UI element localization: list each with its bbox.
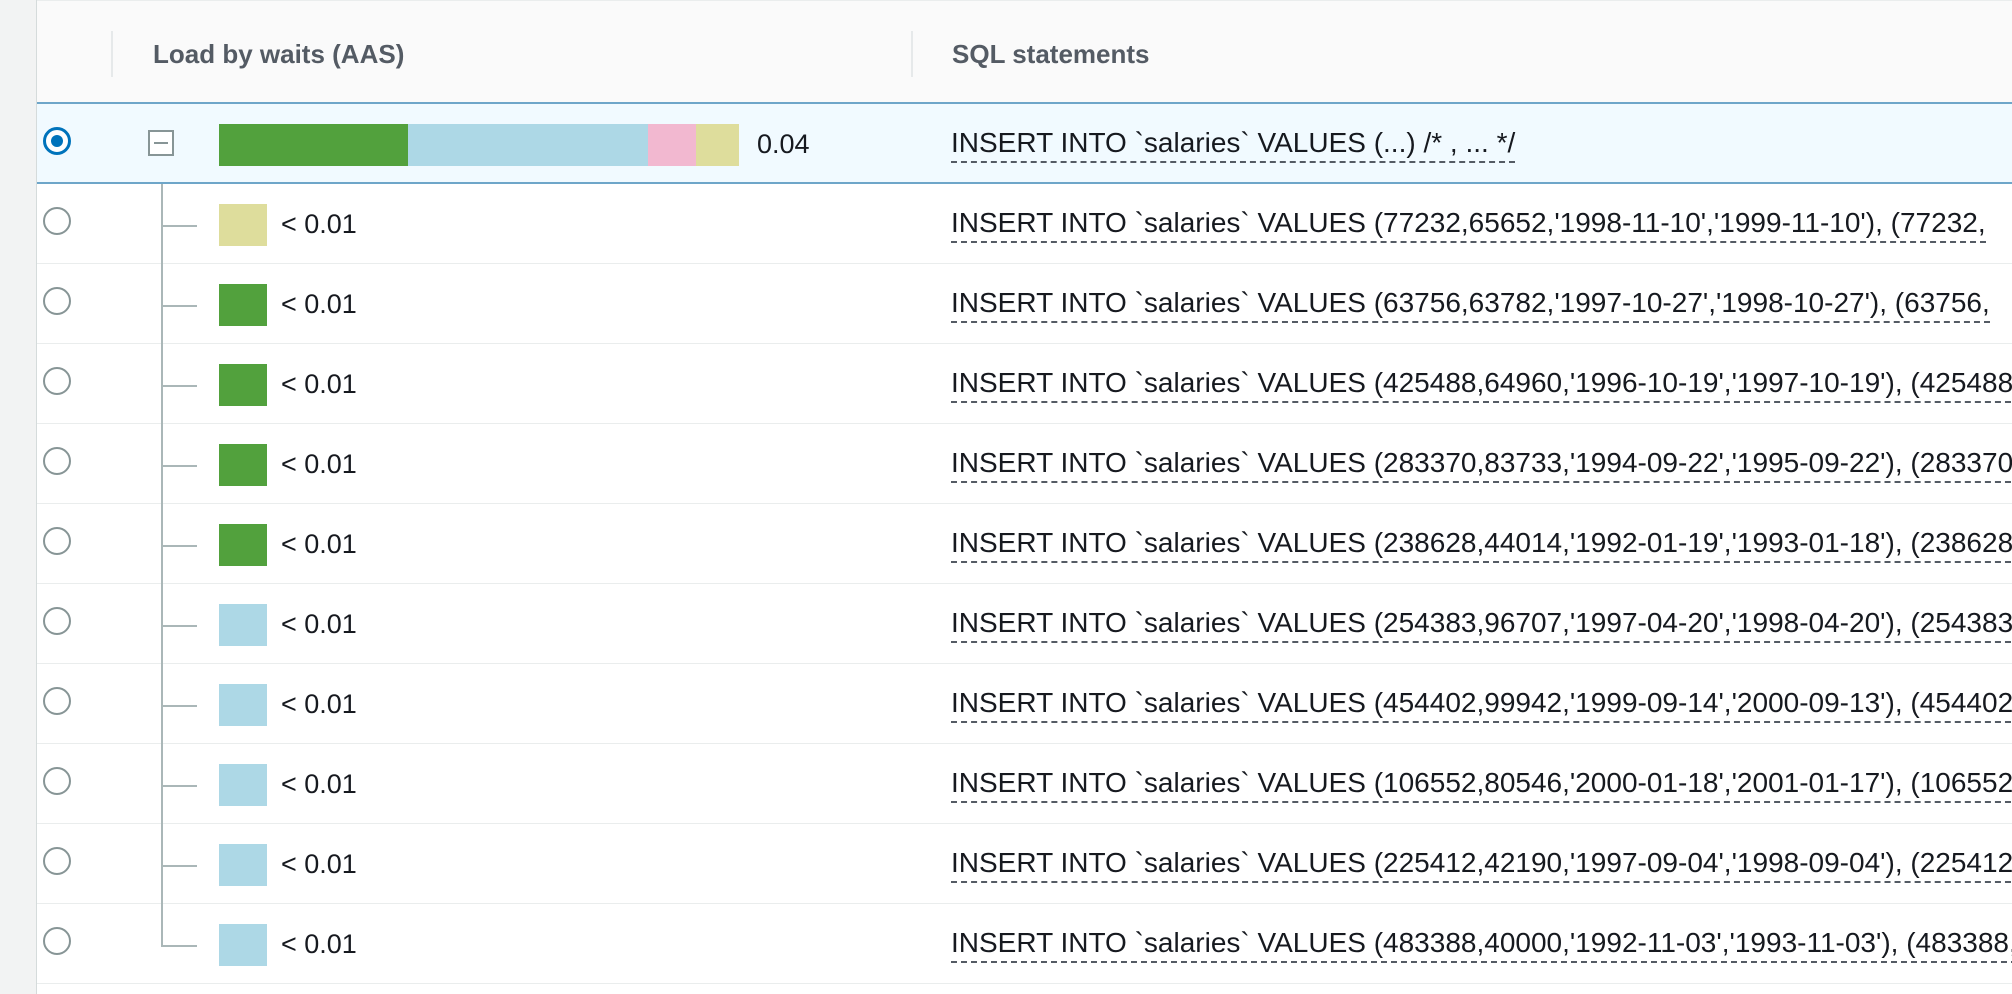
column-separator[interactable] (111, 31, 113, 77)
collapse-icon[interactable] (148, 130, 174, 156)
tree-branch (161, 385, 197, 387)
row-radio[interactable] (43, 287, 71, 315)
load-bar-segment (408, 124, 648, 166)
load-swatch (219, 204, 267, 246)
table-row-parent[interactable]: 0.04 INSERT INTO `salaries` VALUES (...)… (37, 104, 2012, 184)
table-row[interactable]: < 0.01 INSERT INTO `salaries` VALUES (425… (37, 344, 2012, 424)
load-swatch (219, 524, 267, 566)
tree-branch (161, 225, 197, 227)
sql-statement-link[interactable]: INSERT INTO `salaries` VALUES (225412,42… (951, 846, 2012, 883)
table-row[interactable]: < 0.01 INSERT INTO `salaries` VALUES (254… (37, 584, 2012, 664)
load-value: < 0.01 (281, 689, 357, 719)
tree-branch (161, 465, 197, 467)
load-value: < 0.01 (281, 609, 357, 639)
load-swatch (219, 444, 267, 486)
tree-branch (161, 545, 197, 547)
load-bar-segment (648, 124, 696, 166)
load-value: < 0.01 (281, 769, 357, 799)
row-radio[interactable] (43, 527, 71, 555)
load-bar-segment (219, 124, 408, 166)
row-radio[interactable] (43, 447, 71, 475)
tree-branch (161, 785, 197, 787)
column-header-load[interactable]: Load by waits (AAS) (153, 39, 404, 70)
sql-statement-link[interactable]: INSERT INTO `salaries` VALUES (...) /* ,… (951, 126, 1516, 163)
sql-statement-link[interactable]: INSERT INTO `salaries` VALUES (106552,80… (951, 766, 2012, 803)
table-row[interactable]: < 0.01 INSERT INTO `salaries` VALUES (454… (37, 664, 2012, 744)
row-radio[interactable] (43, 767, 71, 795)
load-swatch (219, 684, 267, 726)
table-row[interactable]: < 0.01 INSERT INTO `salaries` VALUES (106… (37, 744, 2012, 824)
load-value: 0.04 (757, 129, 810, 159)
column-separator[interactable] (911, 31, 913, 77)
page: Load by waits (AAS) SQL statements 0.04 … (0, 0, 2012, 994)
load-value: < 0.01 (281, 529, 357, 559)
table-row[interactable]: < 0.01 INSERT INTO `salaries` VALUES (483… (37, 904, 2012, 984)
row-radio[interactable] (43, 687, 71, 715)
load-swatch (219, 764, 267, 806)
load-value: < 0.01 (281, 209, 357, 239)
table-row[interactable]: < 0.01 INSERT INTO `salaries` VALUES (637… (37, 264, 2012, 344)
tree-branch (161, 865, 197, 867)
load-value: < 0.01 (281, 369, 357, 399)
sql-statement-link[interactable]: INSERT INTO `salaries` VALUES (454402,99… (951, 686, 2012, 723)
table-header: Load by waits (AAS) SQL statements (37, 0, 2012, 104)
row-radio[interactable] (43, 607, 71, 635)
row-radio[interactable] (43, 847, 71, 875)
load-swatch (219, 284, 267, 326)
sql-statement-link[interactable]: INSERT INTO `salaries` VALUES (283370,83… (951, 446, 2012, 483)
load-swatch (219, 604, 267, 646)
load-swatch (219, 924, 267, 966)
load-value: < 0.01 (281, 849, 357, 879)
load-bar-segment (696, 124, 739, 166)
load-bar (219, 124, 739, 166)
left-gutter (0, 0, 36, 994)
load-swatch (219, 364, 267, 406)
tree-line (161, 184, 163, 946)
table-row[interactable]: < 0.01 INSERT INTO `salaries` VALUES (238… (37, 504, 2012, 584)
table-row[interactable]: < 0.01 INSERT INTO `salaries` VALUES (225… (37, 824, 2012, 904)
row-radio[interactable] (43, 927, 71, 955)
sql-statement-link[interactable]: INSERT INTO `salaries` VALUES (238628,44… (951, 526, 2012, 563)
tree-branch (161, 945, 197, 947)
tree-branch (161, 705, 197, 707)
sql-statement-link[interactable]: INSERT INTO `salaries` VALUES (425488,64… (951, 366, 2012, 403)
tree-branch (161, 305, 197, 307)
load-swatch (219, 844, 267, 886)
row-radio[interactable] (43, 367, 71, 395)
sql-statement-link[interactable]: INSERT INTO `salaries` VALUES (63756,637… (951, 286, 1990, 323)
sql-statement-link[interactable]: INSERT INTO `salaries` VALUES (77232,656… (951, 206, 1986, 243)
table-row[interactable]: < 0.01 INSERT INTO `salaries` VALUES (772… (37, 184, 2012, 264)
row-radio[interactable] (43, 207, 71, 235)
load-value: < 0.01 (281, 449, 357, 479)
tree-branch (161, 625, 197, 627)
sql-statement-link[interactable]: INSERT INTO `salaries` VALUES (483388,40… (951, 926, 2012, 963)
row-radio-selected[interactable] (43, 127, 71, 155)
table-row[interactable]: < 0.01 INSERT INTO `salaries` VALUES (283… (37, 424, 2012, 504)
column-header-sql[interactable]: SQL statements (952, 39, 1149, 70)
sql-statement-link[interactable]: INSERT INTO `salaries` VALUES (254383,96… (951, 606, 2012, 643)
load-value: < 0.01 (281, 289, 357, 319)
load-value: < 0.01 (281, 929, 357, 959)
top-sql-table: Load by waits (AAS) SQL statements 0.04 … (36, 0, 2012, 994)
